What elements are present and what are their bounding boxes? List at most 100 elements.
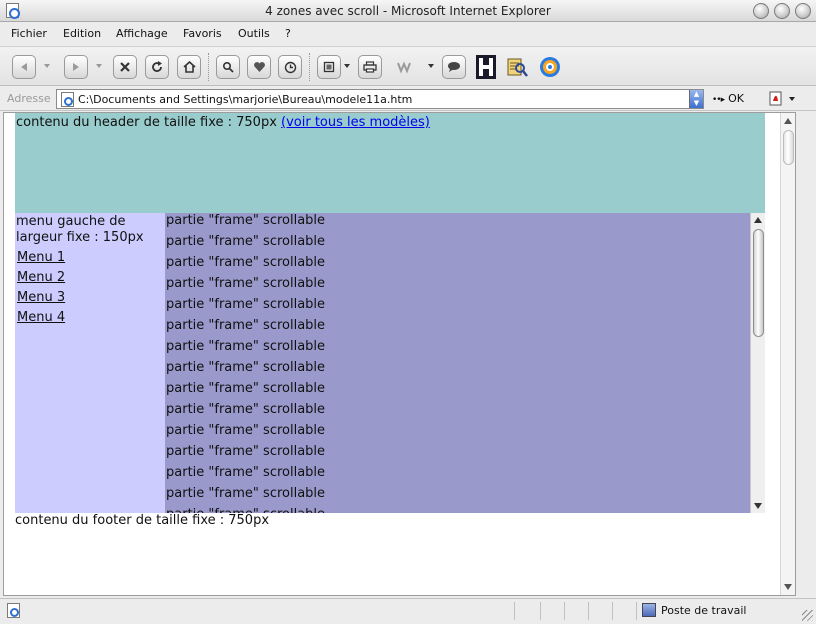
frame-line: partie "frame" scrollable — [166, 339, 326, 354]
home-icon — [182, 61, 196, 73]
page-icon — [61, 92, 74, 107]
frame-line: partie "frame" scrollable — [166, 297, 326, 312]
frame-line: partie "frame" scrollable — [166, 360, 326, 375]
frame-line: partie "frame" scrollable — [166, 444, 326, 459]
page-scrollbar[interactable] — [780, 113, 795, 595]
back-icon — [21, 63, 27, 71]
search-icon — [222, 61, 234, 73]
discuss-icon — [448, 62, 460, 72]
security-zone-label: Poste de travail — [661, 604, 747, 617]
refresh-button[interactable] — [145, 55, 169, 79]
h-icon — [476, 55, 496, 79]
menu-favoris[interactable]: Favoris — [183, 27, 222, 40]
resize-grip-icon[interactable] — [802, 610, 813, 621]
discuss-button[interactable] — [442, 55, 466, 79]
forward-icon — [73, 63, 79, 71]
back-button[interactable] — [12, 55, 36, 79]
menu-bar: Fichier Edition Affichage Favoris Outils… — [0, 23, 816, 45]
minimize-button[interactable] — [753, 3, 769, 19]
frame-line: partie "frame" scrollable — [166, 318, 326, 333]
page-scroll-down-icon[interactable] — [784, 584, 792, 590]
toolbar-separator — [208, 53, 209, 81]
stop-button[interactable] — [113, 55, 137, 79]
menu-link-4[interactable]: Menu 4 — [17, 310, 165, 326]
home-button[interactable] — [177, 55, 201, 79]
page-scroll-thumb[interactable] — [783, 130, 794, 165]
print-button[interactable] — [358, 55, 382, 79]
frame-line: partie "frame" scrollable — [166, 213, 326, 228]
mail-button[interactable] — [317, 55, 341, 79]
status-page-icon — [7, 603, 20, 618]
favorites-icon — [253, 62, 265, 72]
menu-help[interactable]: ? — [285, 27, 291, 40]
status-divider — [588, 602, 589, 620]
toolbar-separator — [309, 53, 310, 81]
window-title: 4 zones avec scroll - Microsoft Internet… — [265, 4, 551, 18]
left-menu-zone: menu gauche de largeur fixe : 150px Menu… — [15, 213, 165, 513]
status-bar: Poste de travail — [0, 598, 816, 624]
search-button[interactable] — [216, 55, 240, 79]
print-icon — [363, 61, 377, 73]
edit-button[interactable] — [393, 55, 419, 79]
pdf-button[interactable] — [768, 90, 796, 108]
menu-fichier[interactable]: Fichier — [11, 27, 47, 40]
header-text: contenu du header de taille fixe : 750px — [16, 115, 282, 130]
status-divider — [540, 602, 541, 620]
messenger-button[interactable] — [537, 55, 563, 79]
toolbar — [0, 46, 816, 86]
favorites-button[interactable] — [247, 55, 271, 79]
page-scroll-up-icon[interactable] — [784, 118, 792, 124]
address-label: Adresse — [7, 92, 51, 105]
h-button[interactable] — [473, 55, 499, 79]
edit-icon — [397, 61, 411, 74]
stop-icon — [120, 62, 130, 72]
go-label: OK — [728, 92, 745, 105]
refresh-icon — [152, 61, 162, 72]
history-button[interactable] — [278, 55, 302, 79]
frame-line: partie "frame" scrollable — [166, 486, 326, 501]
frame-line: partie "frame" scrollable — [166, 234, 326, 249]
page-footer-zone: contenu du footer de taille fixe : 750px — [15, 513, 270, 528]
address-value[interactable]: C:\Documents and Settings\marjorie\Burea… — [78, 93, 412, 106]
menu-link-1[interactable]: Menu 1 — [17, 250, 165, 266]
edit-menu-arrow[interactable] — [428, 64, 434, 68]
research-icon — [507, 58, 528, 77]
scroll-down-arrow-icon[interactable] — [754, 503, 762, 509]
frame-scrollbar[interactable] — [750, 213, 765, 513]
address-input[interactable]: C:\Documents and Settings\marjorie\Burea… — [56, 89, 704, 109]
address-bar: Adresse C:\Documents and Settings\marjor… — [0, 87, 816, 111]
address-dropdown-button[interactable]: ▲ ▼ — [689, 90, 703, 108]
go-button[interactable]: ••▸ OK — [712, 92, 744, 105]
scrollable-frame-zone[interactable]: partie "frame" scrollable partie "frame"… — [165, 213, 765, 513]
back-history-arrow[interactable] — [44, 64, 50, 68]
menu-link-3[interactable]: Menu 3 — [17, 290, 165, 306]
messenger-icon — [540, 57, 560, 77]
scroll-up-arrow-icon[interactable] — [754, 217, 762, 223]
menu-affichage[interactable]: Affichage — [116, 27, 168, 40]
research-button[interactable] — [504, 55, 530, 79]
all-models-link[interactable]: (voir tous les modèles) — [281, 115, 430, 130]
status-divider — [564, 602, 565, 620]
zoom-button[interactable] — [774, 3, 790, 19]
status-divider — [636, 602, 637, 620]
mail-icon — [323, 61, 335, 73]
menu-outils[interactable]: Outils — [238, 27, 270, 40]
forward-history-arrow[interactable] — [96, 64, 102, 68]
frame-line: partie "frame" scrollable — [166, 465, 326, 480]
status-divider — [514, 602, 515, 620]
history-icon — [284, 61, 296, 73]
menu-description: menu gauche de largeur fixe : 150px — [16, 214, 144, 245]
menu-edition[interactable]: Edition — [63, 27, 101, 40]
mail-menu-arrow[interactable] — [344, 64, 350, 68]
frame-line: partie "frame" scrollable — [166, 423, 326, 438]
acrobat-icon — [769, 91, 795, 106]
page-viewport[interactable]: contenu du header de taille fixe : 750px… — [3, 112, 796, 596]
title-bar: 4 zones avec scroll - Microsoft Internet… — [0, 0, 816, 22]
close-button[interactable] — [795, 3, 811, 19]
menu-link-2[interactable]: Menu 2 — [17, 270, 165, 286]
frame-scroll-thumb[interactable] — [753, 229, 764, 337]
forward-button[interactable] — [64, 55, 88, 79]
frame-line: partie "frame" scrollable — [166, 255, 326, 270]
frame-line: partie "frame" scrollable — [166, 276, 326, 291]
frame-content: partie "frame" scrollable partie "frame"… — [166, 213, 746, 513]
